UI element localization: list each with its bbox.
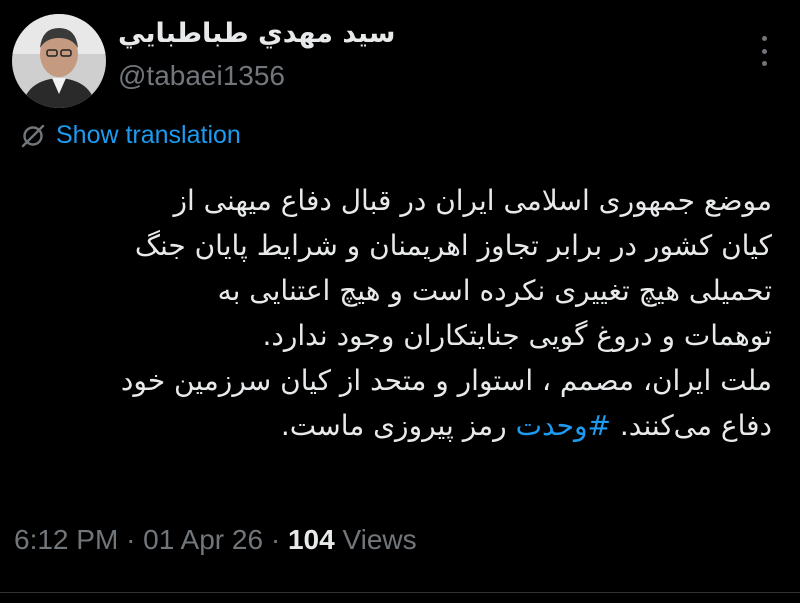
tweet-text-line: کیان کشور در برابر تجاوز اهریمنان و شرای… (134, 229, 772, 262)
tweet-text-line: موضع جمهوری اسلامی ایران در قبال دفاع می… (173, 184, 772, 217)
meta-separator: · (126, 524, 136, 555)
translate-icon (21, 124, 45, 147)
views-count[interactable]: 104 (288, 524, 335, 555)
tweet-time[interactable]: 6:12 PM (14, 524, 118, 555)
tweet-text-fragment: رمز پیروزی ماست. (280, 409, 507, 442)
tweet: سيد مهدي طباطبايي @tabaei1356 Show trans… (0, 0, 800, 603)
tweet-text-last-line: دفاع می‌کنند. #وحدت رمز پیروزی ماست. (12, 403, 772, 448)
tweet-text-line: ملت ایران، مصمم ، استوار و متحد از کیان … (120, 364, 772, 397)
author-avatar[interactable] (12, 14, 106, 108)
views-label: Views (342, 524, 417, 555)
tweet-text-fragment: دفاع می‌کنند. (619, 409, 772, 442)
show-translation-button[interactable]: Show translation (20, 121, 241, 150)
tweet-date[interactable]: 01 Apr 26 (143, 524, 263, 555)
more-dot (761, 61, 767, 66)
more-dot (761, 48, 767, 54)
tweet-text-line: توهمات و دروغ گویی جنایتکاران وجود ندارد… (262, 319, 772, 352)
author-display-name[interactable]: سيد مهدي طباطبايي (118, 18, 396, 49)
tweet-meta: 6:12 PM · 01 Apr 26 · 104 Views (14, 524, 417, 556)
hashtag-link[interactable]: #وحدت (516, 409, 611, 442)
meta-separator: · (270, 524, 281, 555)
show-translation-label: Show translation (56, 121, 241, 149)
tweet-text-line: تحمیلی هیچ تغییری نکرده است و هیچ اعتنای… (217, 274, 772, 307)
more-dot (761, 36, 767, 41)
tweet-text: موضع جمهوری اسلامی ایران در قبال دفاع می… (12, 178, 772, 448)
author-handle[interactable]: @tabaei1356 (118, 60, 285, 92)
more-options-icon[interactable] (756, 36, 772, 66)
divider (0, 592, 800, 593)
